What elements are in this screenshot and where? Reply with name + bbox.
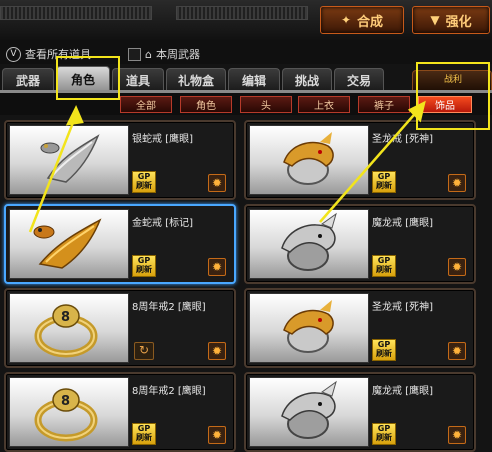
gp-badge-text: GP xyxy=(137,424,151,433)
item-card[interactable]: 金蛇戒 [标记] GP 刷新 ✹ xyxy=(4,204,236,284)
holy-dragon-ring-icon xyxy=(283,300,334,353)
item-name: 银蛇戒 [鹰眼] xyxy=(132,134,193,145)
refresh-icon[interactable]: ↻ xyxy=(134,342,154,360)
gear-icon[interactable]: ✹ xyxy=(208,174,226,192)
item-card[interactable]: 银蛇戒 [鹰眼] GP 刷新 ✹ xyxy=(4,120,236,200)
gear-icon[interactable]: ✹ xyxy=(448,258,466,276)
gp-badge-text: 刷新 xyxy=(136,181,152,190)
tab-edit[interactable]: 编辑 xyxy=(228,68,280,91)
top-bar: ✦ 合成 ▼ 强化 xyxy=(0,0,492,41)
item-card[interactable]: 魔龙戒 [鹰眼] GP 刷新 ✹ xyxy=(244,372,476,452)
gp-refresh-badge: GP 刷新 xyxy=(372,423,396,445)
tab-gift-box[interactable]: 礼物盒 xyxy=(166,68,226,91)
svg-text:8: 8 xyxy=(61,310,70,325)
item-thumbnail[interactable] xyxy=(249,377,369,447)
item-thumbnail[interactable]: 8 xyxy=(9,377,129,447)
silver-snake-ring-icon xyxy=(40,134,100,183)
gp-badge-text: 刷新 xyxy=(376,433,392,442)
enhance-label: 强化 xyxy=(445,14,472,30)
highlight-box-characters-tab xyxy=(56,56,120,100)
decorative-stripe xyxy=(176,6,308,20)
gear-icon[interactable]: ✹ xyxy=(208,426,226,444)
subcat-all[interactable]: 全部 xyxy=(120,96,172,113)
gold-snake-ring-icon xyxy=(33,218,102,269)
synthesize-label: 合成 xyxy=(357,14,384,30)
gp-badge-text: GP xyxy=(377,424,391,433)
tab-weapons[interactable]: 武器 xyxy=(2,68,54,91)
gp-badge-text: 刷新 xyxy=(376,265,392,274)
item-card[interactable]: 圣龙戒 [死神] GP 刷新 ✹ xyxy=(244,288,476,368)
demon-dragon-ring-icon xyxy=(281,380,337,439)
gp-badge-text: 刷新 xyxy=(376,181,392,190)
decorative-stripe xyxy=(0,6,152,20)
v-emblem-icon: ▼ xyxy=(430,13,440,27)
gp-badge-text: GP xyxy=(137,256,151,265)
highlight-box-accessory xyxy=(416,62,490,130)
svg-text:8: 8 xyxy=(61,394,70,409)
magic-wand-icon: ✦ xyxy=(340,13,352,27)
item-card[interactable]: 圣龙戒 [死神] GP 刷新 ✹ xyxy=(244,120,476,200)
gp-badge-text: GP xyxy=(137,172,151,181)
item-thumbnail[interactable] xyxy=(249,293,369,363)
tab-challenge[interactable]: 挑战 xyxy=(282,68,332,91)
item-name: 圣龙戒 [死神] xyxy=(372,134,433,145)
gp-refresh-badge: GP 刷新 xyxy=(372,339,396,361)
subcat-pants[interactable]: 裤子 xyxy=(358,96,410,113)
shop-icon: ⌂ xyxy=(145,47,152,61)
item-name: 金蛇戒 [标记] xyxy=(132,218,193,229)
gp-badge-text: GP xyxy=(377,172,391,181)
gear-icon[interactable]: ✹ xyxy=(448,174,466,192)
anniversary-ring-icon: 8 xyxy=(34,388,98,442)
gp-refresh-badge: GP 刷新 xyxy=(372,171,396,193)
gp-badge-text: 刷新 xyxy=(136,433,152,442)
weekly-weapons-checkbox[interactable] xyxy=(128,47,141,61)
item-card[interactable]: 魔龙戒 [鹰眼] GP 刷新 ✹ xyxy=(244,204,476,284)
weekly-weapons-toggle[interactable]: ⌂ 本周武器 xyxy=(128,46,200,62)
demon-dragon-ring-icon xyxy=(281,212,337,271)
tab-trade[interactable]: 交易 xyxy=(334,68,384,91)
subcat-head[interactable]: 头 xyxy=(240,96,292,113)
weekly-weapons-label: 本周武器 xyxy=(155,48,200,61)
item-name: 魔龙戒 [鹰眼] xyxy=(372,218,433,229)
item-card[interactable]: 8 8周年戒2 [鹰眼] ↻ ✹ xyxy=(4,288,236,368)
synthesize-button[interactable]: ✦ 合成 xyxy=(320,6,404,34)
item-name: 8周年戒2 [鹰眼] xyxy=(132,302,206,313)
gp-badge-text: 刷新 xyxy=(136,265,152,274)
item-name: 魔龙戒 [鹰眼] xyxy=(372,386,433,397)
gear-icon[interactable]: ✹ xyxy=(208,342,226,360)
v-badge-icon: V xyxy=(6,46,21,62)
enhance-button[interactable]: ▼ 强化 xyxy=(412,6,490,34)
item-thumbnail[interactable] xyxy=(249,125,369,195)
item-card[interactable]: 8 8周年戒2 [鹰眼] GP 刷新 ✹ xyxy=(4,372,236,452)
item-name: 圣龙戒 [死神] xyxy=(372,302,433,313)
gp-refresh-badge: GP 刷新 xyxy=(132,171,156,193)
gp-refresh-badge: GP 刷新 xyxy=(132,423,156,445)
gp-badge-text: 刷新 xyxy=(376,349,392,358)
item-thumbnail[interactable] xyxy=(9,125,129,195)
item-thumbnail[interactable] xyxy=(249,209,369,279)
gear-icon[interactable]: ✹ xyxy=(208,258,226,276)
gear-icon[interactable]: ✹ xyxy=(448,426,466,444)
gp-badge-text: GP xyxy=(377,340,391,349)
item-name: 8周年戒2 [鹰眼] xyxy=(132,386,206,397)
subcat-character[interactable]: 角色 xyxy=(180,96,232,113)
item-grid: 银蛇戒 [鹰眼] GP 刷新 ✹ 圣龙戒 [死神] GP 刷新 ✹ 金蛇戒 [标记] GP 刷新 ✹ 魔… xyxy=(0,120,492,452)
gp-refresh-badge: GP 刷新 xyxy=(372,255,396,277)
anniversary-ring-icon: 8 xyxy=(34,304,98,358)
subcat-top[interactable]: 上衣 xyxy=(298,96,350,113)
holy-dragon-ring-icon xyxy=(283,132,334,185)
item-thumbnail[interactable]: 8 xyxy=(9,293,129,363)
item-thumbnail[interactable] xyxy=(9,209,129,279)
gp-refresh-badge: GP 刷新 xyxy=(132,255,156,277)
gp-badge-text: GP xyxy=(377,256,391,265)
gear-icon[interactable]: ✹ xyxy=(448,342,466,360)
